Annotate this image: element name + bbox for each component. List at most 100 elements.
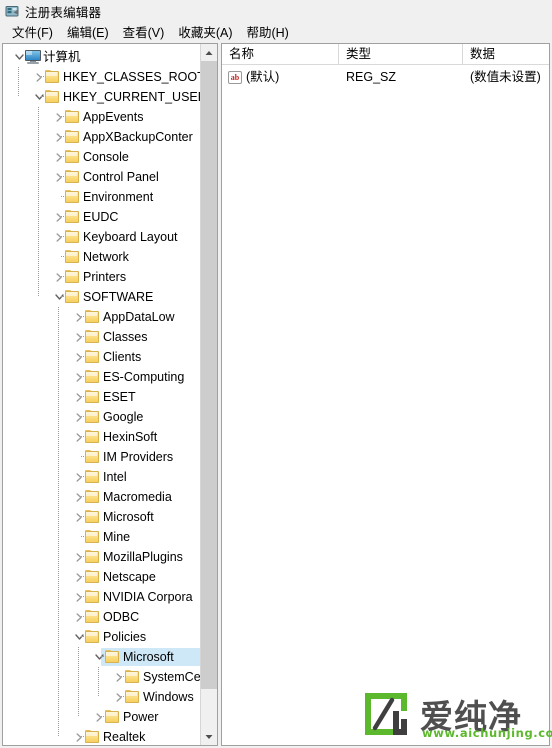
- tree-item-windows[interactable]: Windows: [3, 687, 201, 707]
- tree-item-[interactable]: 计算机: [3, 47, 201, 67]
- tree-item-eudc[interactable]: EUDC: [3, 207, 201, 227]
- registry-values-panel: 名称 类型 数据 ab (默认) REG_SZ (数值未设置): [221, 43, 550, 746]
- folder-icon: [85, 390, 100, 403]
- tree-item-label: Realtek: [103, 730, 146, 744]
- folder-icon: [85, 590, 100, 603]
- tree-item-hkey-classes-root[interactable]: HKEY_CLASSES_ROOT: [3, 67, 201, 87]
- folder-icon: [65, 170, 80, 183]
- tree-item-google[interactable]: Google: [3, 407, 201, 427]
- tree-item-label: Environment: [83, 190, 154, 204]
- folder-icon: [65, 110, 80, 123]
- tree-item-label: AppDataLow: [103, 310, 175, 324]
- tree-item-environment[interactable]: Environment: [3, 187, 201, 207]
- tree-item-classes[interactable]: Classes: [3, 327, 201, 347]
- tree-item-network[interactable]: Network: [3, 247, 201, 267]
- menu-favorites[interactable]: 收藏夹(A): [171, 21, 239, 42]
- tree-item-control-panel[interactable]: Control Panel: [3, 167, 201, 187]
- tree-item-label: Network: [83, 250, 129, 264]
- tree-vertical-scrollbar[interactable]: [200, 44, 217, 745]
- menu-help[interactable]: 帮助(H): [239, 21, 295, 42]
- tree-item-label: HKEY_CLASSES_ROOT: [63, 70, 201, 84]
- tree-item-systemce[interactable]: SystemCe: [3, 667, 201, 687]
- tree-item-keyboard-layout[interactable]: Keyboard Layout: [3, 227, 201, 247]
- tree-item-label: Windows: [143, 690, 194, 704]
- tree-item-label: EUDC: [83, 210, 119, 224]
- tree-item-label: SOFTWARE: [83, 290, 154, 304]
- tree-item-eset[interactable]: ESET: [3, 387, 201, 407]
- folder-icon: [85, 550, 100, 563]
- tree-item-label: AppXBackupConter: [83, 130, 193, 144]
- folder-icon: [65, 290, 80, 303]
- folder-icon: [85, 510, 100, 523]
- column-header-data[interactable]: 数据: [463, 44, 549, 64]
- tree-item-policies[interactable]: Policies: [3, 627, 201, 647]
- menu-file[interactable]: 文件(F): [5, 21, 60, 42]
- tree-item-hkey-current-user[interactable]: HKEY_CURRENT_USER: [3, 87, 201, 107]
- tree-item-appevents[interactable]: AppEvents: [3, 107, 201, 127]
- tree-item-intel[interactable]: Intel: [3, 467, 201, 487]
- tree-item-label: ODBC: [103, 610, 140, 624]
- tree-item-highlight: [61, 268, 201, 286]
- tree-item-clients[interactable]: Clients: [3, 347, 201, 367]
- tree-item-label: Microsoft: [123, 650, 174, 664]
- tree-item-printers[interactable]: Printers: [3, 267, 201, 287]
- window-title: 注册表编辑器: [25, 5, 102, 20]
- folder-icon: [65, 230, 80, 243]
- title-bar: 注册表编辑器: [0, 0, 552, 22]
- tree-item-odbc[interactable]: ODBC: [3, 607, 201, 627]
- tree-item-label: Policies: [103, 630, 147, 644]
- tree-item-macromedia[interactable]: Macromedia: [3, 487, 201, 507]
- table-row[interactable]: ab (默认) REG_SZ (数值未设置): [222, 67, 549, 88]
- folder-icon: [45, 90, 60, 103]
- value-type: REG_SZ: [346, 70, 397, 84]
- tree-item-label: 计算机: [43, 50, 81, 64]
- tree-item-appxbackupconter[interactable]: AppXBackupConter: [3, 127, 201, 147]
- tree-item-microsoft[interactable]: Microsoft: [3, 647, 201, 667]
- tree-item-hexinsoft[interactable]: HexinSoft: [3, 427, 201, 447]
- folder-icon: [65, 250, 80, 263]
- column-header-type[interactable]: 类型: [339, 44, 463, 64]
- tree-item-highlight: [61, 148, 201, 166]
- registry-tree-panel: 计算机 HKEY_CLASSES_ROOT HKEY_CURRENT_USER App…: [2, 43, 218, 746]
- tree-item-realtek[interactable]: Realtek: [3, 727, 201, 745]
- tree-item-es-computing[interactable]: ES-Computing: [3, 367, 201, 387]
- tree-item-netscape[interactable]: Netscape: [3, 567, 201, 587]
- tree-item-im-providers[interactable]: IM Providers: [3, 447, 201, 467]
- menu-edit[interactable]: 编辑(E): [60, 21, 116, 42]
- value-data: (数值未设置): [470, 70, 541, 84]
- tree-item-highlight: [61, 208, 201, 226]
- tree-item-label: Intel: [103, 470, 127, 484]
- tree-item-appdatalow[interactable]: AppDataLow: [3, 307, 201, 327]
- tree-item-label: ES-Computing: [103, 370, 185, 384]
- tree-item-label: HKEY_CURRENT_USER: [63, 90, 201, 104]
- scroll-down-button[interactable]: [201, 728, 217, 745]
- registry-editor-window: 注册表编辑器 文件(F) 编辑(E) 查看(V) 收藏夹(A) 帮助(H) 计算…: [0, 0, 552, 748]
- tree-item-mozillaplugins[interactable]: MozillaPlugins: [3, 547, 201, 567]
- tree-item-software[interactable]: SOFTWARE: [3, 287, 201, 307]
- menu-view[interactable]: 查看(V): [116, 21, 172, 42]
- column-header-name[interactable]: 名称: [222, 44, 339, 64]
- tree-item-label: IM Providers: [103, 450, 174, 464]
- tree-item-microsoft[interactable]: Microsoft: [3, 507, 201, 527]
- folder-icon: [85, 450, 100, 463]
- folder-icon: [105, 650, 120, 663]
- values-column-header: 名称 类型 数据: [222, 44, 549, 65]
- tree-item-label: AppEvents: [83, 110, 144, 124]
- tree-item-label: HexinSoft: [103, 430, 158, 444]
- tree-item-label: Control Panel: [83, 170, 159, 184]
- folder-icon: [45, 70, 60, 83]
- tree-item-label: Mine: [103, 530, 131, 544]
- folder-icon: [125, 690, 140, 703]
- scroll-up-button[interactable]: [201, 44, 217, 61]
- folder-icon: [65, 130, 80, 143]
- tree-item-label: Printers: [83, 270, 127, 284]
- folder-icon: [85, 310, 100, 323]
- scrollbar-thumb[interactable]: [201, 61, 217, 689]
- tree-item-power[interactable]: Power: [3, 707, 201, 727]
- folder-icon: [85, 430, 100, 443]
- tree-item-mine[interactable]: Mine: [3, 527, 201, 547]
- tree-item-console[interactable]: Console: [3, 147, 201, 167]
- tree-item-label: Classes: [103, 330, 148, 344]
- tree-item-nvidia-corpora[interactable]: NVIDIA Corpora: [3, 587, 201, 607]
- aichunjing-logo-icon: [362, 692, 410, 736]
